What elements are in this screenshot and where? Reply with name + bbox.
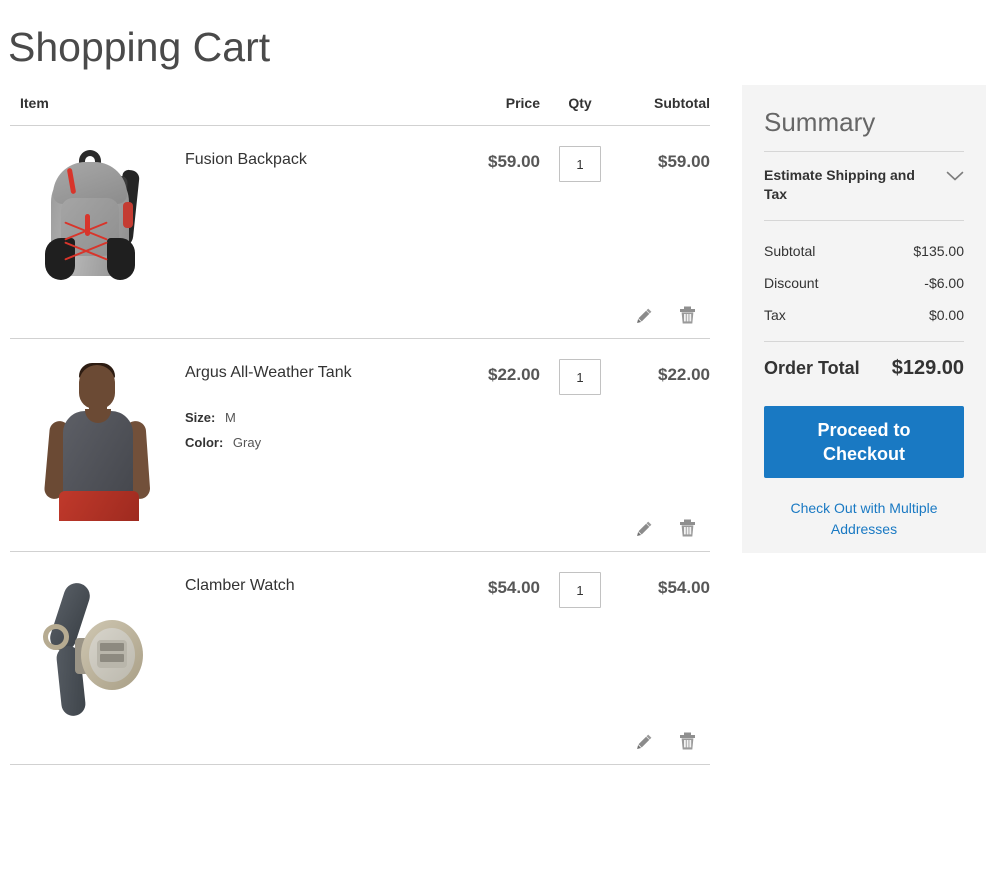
qty-input[interactable] (559, 359, 601, 395)
column-header-subtotal: Subtotal (620, 95, 710, 111)
backpack-image (23, 146, 173, 306)
order-total-value: $129.00 (892, 354, 964, 382)
totals-label: Discount (764, 267, 818, 299)
cart-item-cell: Fusion Backpack (10, 140, 465, 306)
table-row: Fusion Backpack $59.00 $59.00 (10, 126, 710, 339)
totals-row-order-total: Order Total $129.00 (764, 341, 964, 382)
item-subtotal: $59.00 (620, 140, 710, 172)
product-options: Size: M Color: Gray (185, 405, 352, 455)
item-subtotal: $22.00 (620, 353, 710, 385)
product-option: Color: Gray (185, 430, 352, 455)
totals-value: -$6.00 (924, 267, 964, 299)
totals-row-discount: Discount -$6.00 (764, 267, 964, 299)
tank-top-image (23, 359, 173, 519)
row-actions (10, 732, 710, 764)
column-header-price: Price (465, 95, 540, 111)
cart-item-cell: Clamber Watch (10, 566, 465, 732)
option-label: Size: (185, 410, 215, 425)
cart-item-cell: Argus All-Weather Tank Size: M Color: Gr… (10, 353, 465, 519)
totals-row-subtotal: Subtotal $135.00 (764, 235, 964, 267)
cart-table-header: Item Price Qty Subtotal (10, 95, 710, 126)
qty-cell (540, 353, 620, 395)
product-option: Size: M (185, 405, 352, 430)
option-label: Color: (185, 435, 223, 450)
order-summary-panel: Summary Estimate Shipping and Tax Subtot… (742, 85, 986, 553)
row-actions (10, 519, 710, 551)
totals-row-tax: Tax $0.00 (764, 299, 964, 331)
totals-list: Subtotal $135.00 Discount -$6.00 Tax $0.… (764, 221, 964, 382)
qty-cell (540, 566, 620, 608)
chevron-down-icon (946, 166, 964, 182)
product-name-link[interactable]: Argus All-Weather Tank (185, 363, 352, 383)
cart-table: Item Price Qty Subtotal (10, 95, 710, 765)
item-price: $59.00 (465, 140, 540, 172)
checkout-multiple-addresses-link[interactable]: Check Out with Multiple Addresses (764, 498, 964, 540)
edit-item-button[interactable] (636, 307, 653, 324)
remove-item-button[interactable] (679, 519, 696, 537)
remove-item-button[interactable] (679, 732, 696, 750)
totals-value: $0.00 (929, 299, 964, 331)
remove-item-button[interactable] (679, 306, 696, 324)
estimate-shipping-tax-label: Estimate Shipping and Tax (764, 166, 924, 204)
totals-label: Subtotal (764, 235, 815, 267)
qty-input[interactable] (559, 572, 601, 608)
product-thumbnail[interactable] (10, 140, 185, 306)
option-value: M (225, 410, 236, 425)
edit-item-button[interactable] (636, 733, 653, 750)
qty-input[interactable] (559, 146, 601, 182)
column-header-qty: Qty (540, 95, 620, 111)
divider (764, 151, 964, 152)
summary-title: Summary (764, 103, 964, 141)
table-row: Argus All-Weather Tank Size: M Color: Gr… (10, 339, 710, 552)
qty-cell (540, 140, 620, 182)
table-row: Clamber Watch $54.00 $54.00 (10, 552, 710, 765)
totals-label: Tax (764, 299, 786, 331)
estimate-shipping-tax-toggle[interactable]: Estimate Shipping and Tax (764, 166, 964, 221)
option-value: Gray (233, 435, 261, 450)
item-price: $22.00 (465, 353, 540, 385)
totals-value: $135.00 (913, 235, 964, 267)
row-actions (10, 306, 710, 338)
proceed-to-checkout-button[interactable]: Proceed to Checkout (764, 406, 964, 478)
order-total-label: Order Total (764, 354, 860, 382)
product-thumbnail[interactable] (10, 566, 185, 732)
edit-item-button[interactable] (636, 520, 653, 537)
product-thumbnail[interactable] (10, 353, 185, 519)
product-name-link[interactable]: Fusion Backpack (185, 150, 307, 170)
column-header-item: Item (10, 95, 465, 111)
shopping-cart-page: Shopping Cart Item Price Qty Subtotal (0, 0, 992, 870)
watch-image (23, 572, 173, 732)
page-title: Shopping Cart (8, 19, 270, 75)
item-subtotal: $54.00 (620, 566, 710, 598)
product-name-link[interactable]: Clamber Watch (185, 576, 295, 596)
item-price: $54.00 (465, 566, 540, 598)
